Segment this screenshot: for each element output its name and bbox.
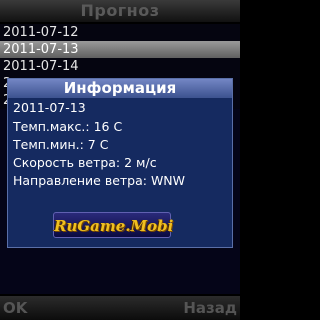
phone-screen: Прогноз 2011-07-12 2011-07-13 2011-07-14… bbox=[0, 0, 240, 320]
wind-speed: Скорость ветра: 2 м/с bbox=[13, 155, 157, 170]
dialog-title: Информация bbox=[8, 79, 232, 98]
list-item-selected[interactable]: 2011-07-13 bbox=[0, 41, 240, 58]
title-bar: Прогноз bbox=[0, 0, 240, 22]
forecast-date: 2011-07-13 bbox=[13, 100, 86, 115]
temp-min: Темп.мин.: 7 С bbox=[13, 137, 109, 152]
back-softkey[interactable]: Назад bbox=[183, 296, 237, 320]
list-item[interactable]: 2011-07-12 bbox=[0, 24, 240, 41]
temp-max: Темп.макс.: 16 С bbox=[13, 119, 123, 134]
softkey-bar: OK Назад bbox=[0, 296, 240, 320]
list-item[interactable]: 2011-07-14 bbox=[0, 58, 240, 75]
wind-direction: Направление ветра: WNW bbox=[13, 173, 186, 188]
watermark-text: RuGame.Mobi bbox=[54, 217, 174, 235]
watermark-logo: RuGame.Mobi bbox=[53, 212, 174, 238]
screen-title: Прогноз bbox=[80, 1, 160, 20]
ok-softkey[interactable]: OK bbox=[3, 296, 27, 320]
